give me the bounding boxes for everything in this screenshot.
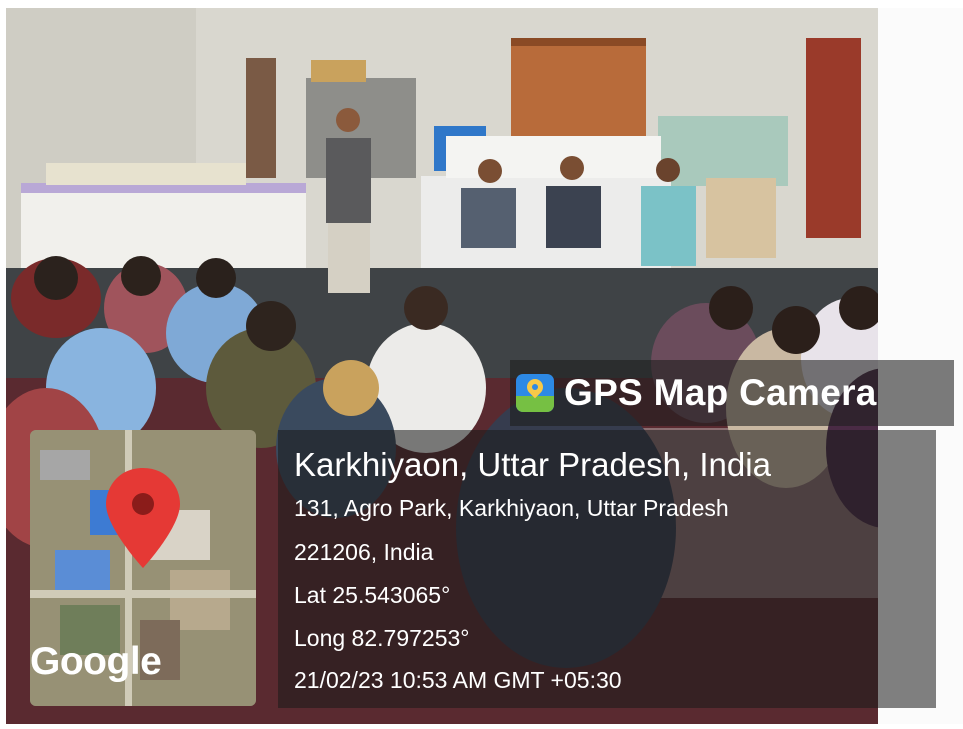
right-door [806,38,861,238]
guest-1 [461,188,516,248]
audience-head-5 [34,256,78,300]
speaker-head [336,108,360,132]
sample-jars [46,163,246,185]
timestamp-text: 21/02/23 10:53 AM GMT +05:30 [294,667,622,693]
guest-1-head [478,159,502,183]
google-logo: Google [30,640,162,683]
audience-cap [323,360,379,416]
audience-head-6 [709,286,753,330]
audience-head-1 [404,286,448,330]
guest-2-head [560,156,584,180]
guest-3-head [656,158,680,182]
guest-2 [546,186,601,248]
latitude-text: Lat 25.543065° [294,582,451,608]
audience-head-3 [196,258,236,298]
address-line-2: 221206, India [294,539,434,565]
guest-3 [641,186,696,266]
curtain [511,38,646,148]
door [246,58,276,178]
box [311,60,366,82]
photo-frame: GPS Map Camera Google Karkhiyaon, Uttar … [0,0,963,729]
audience-head-4 [121,256,161,296]
audience-head-7 [772,306,820,354]
app-header: GPS Map Camera [510,360,954,426]
address-line-1: 131, Agro Park, Karkhiyaon, Uttar Prades… [294,495,729,521]
speaker-trousers [328,223,370,293]
app-name: GPS Map Camera [564,372,877,413]
curtain-rod [511,38,646,46]
location-title: Karkhiyaon, Uttar Pradesh, India [294,446,771,483]
wooden-chair [706,178,776,258]
gps-map-camera-icon [516,374,554,412]
longitude-text: Long 82.797253° [294,625,470,651]
speaker-vest [326,138,371,223]
audience-head-2 [246,301,296,351]
